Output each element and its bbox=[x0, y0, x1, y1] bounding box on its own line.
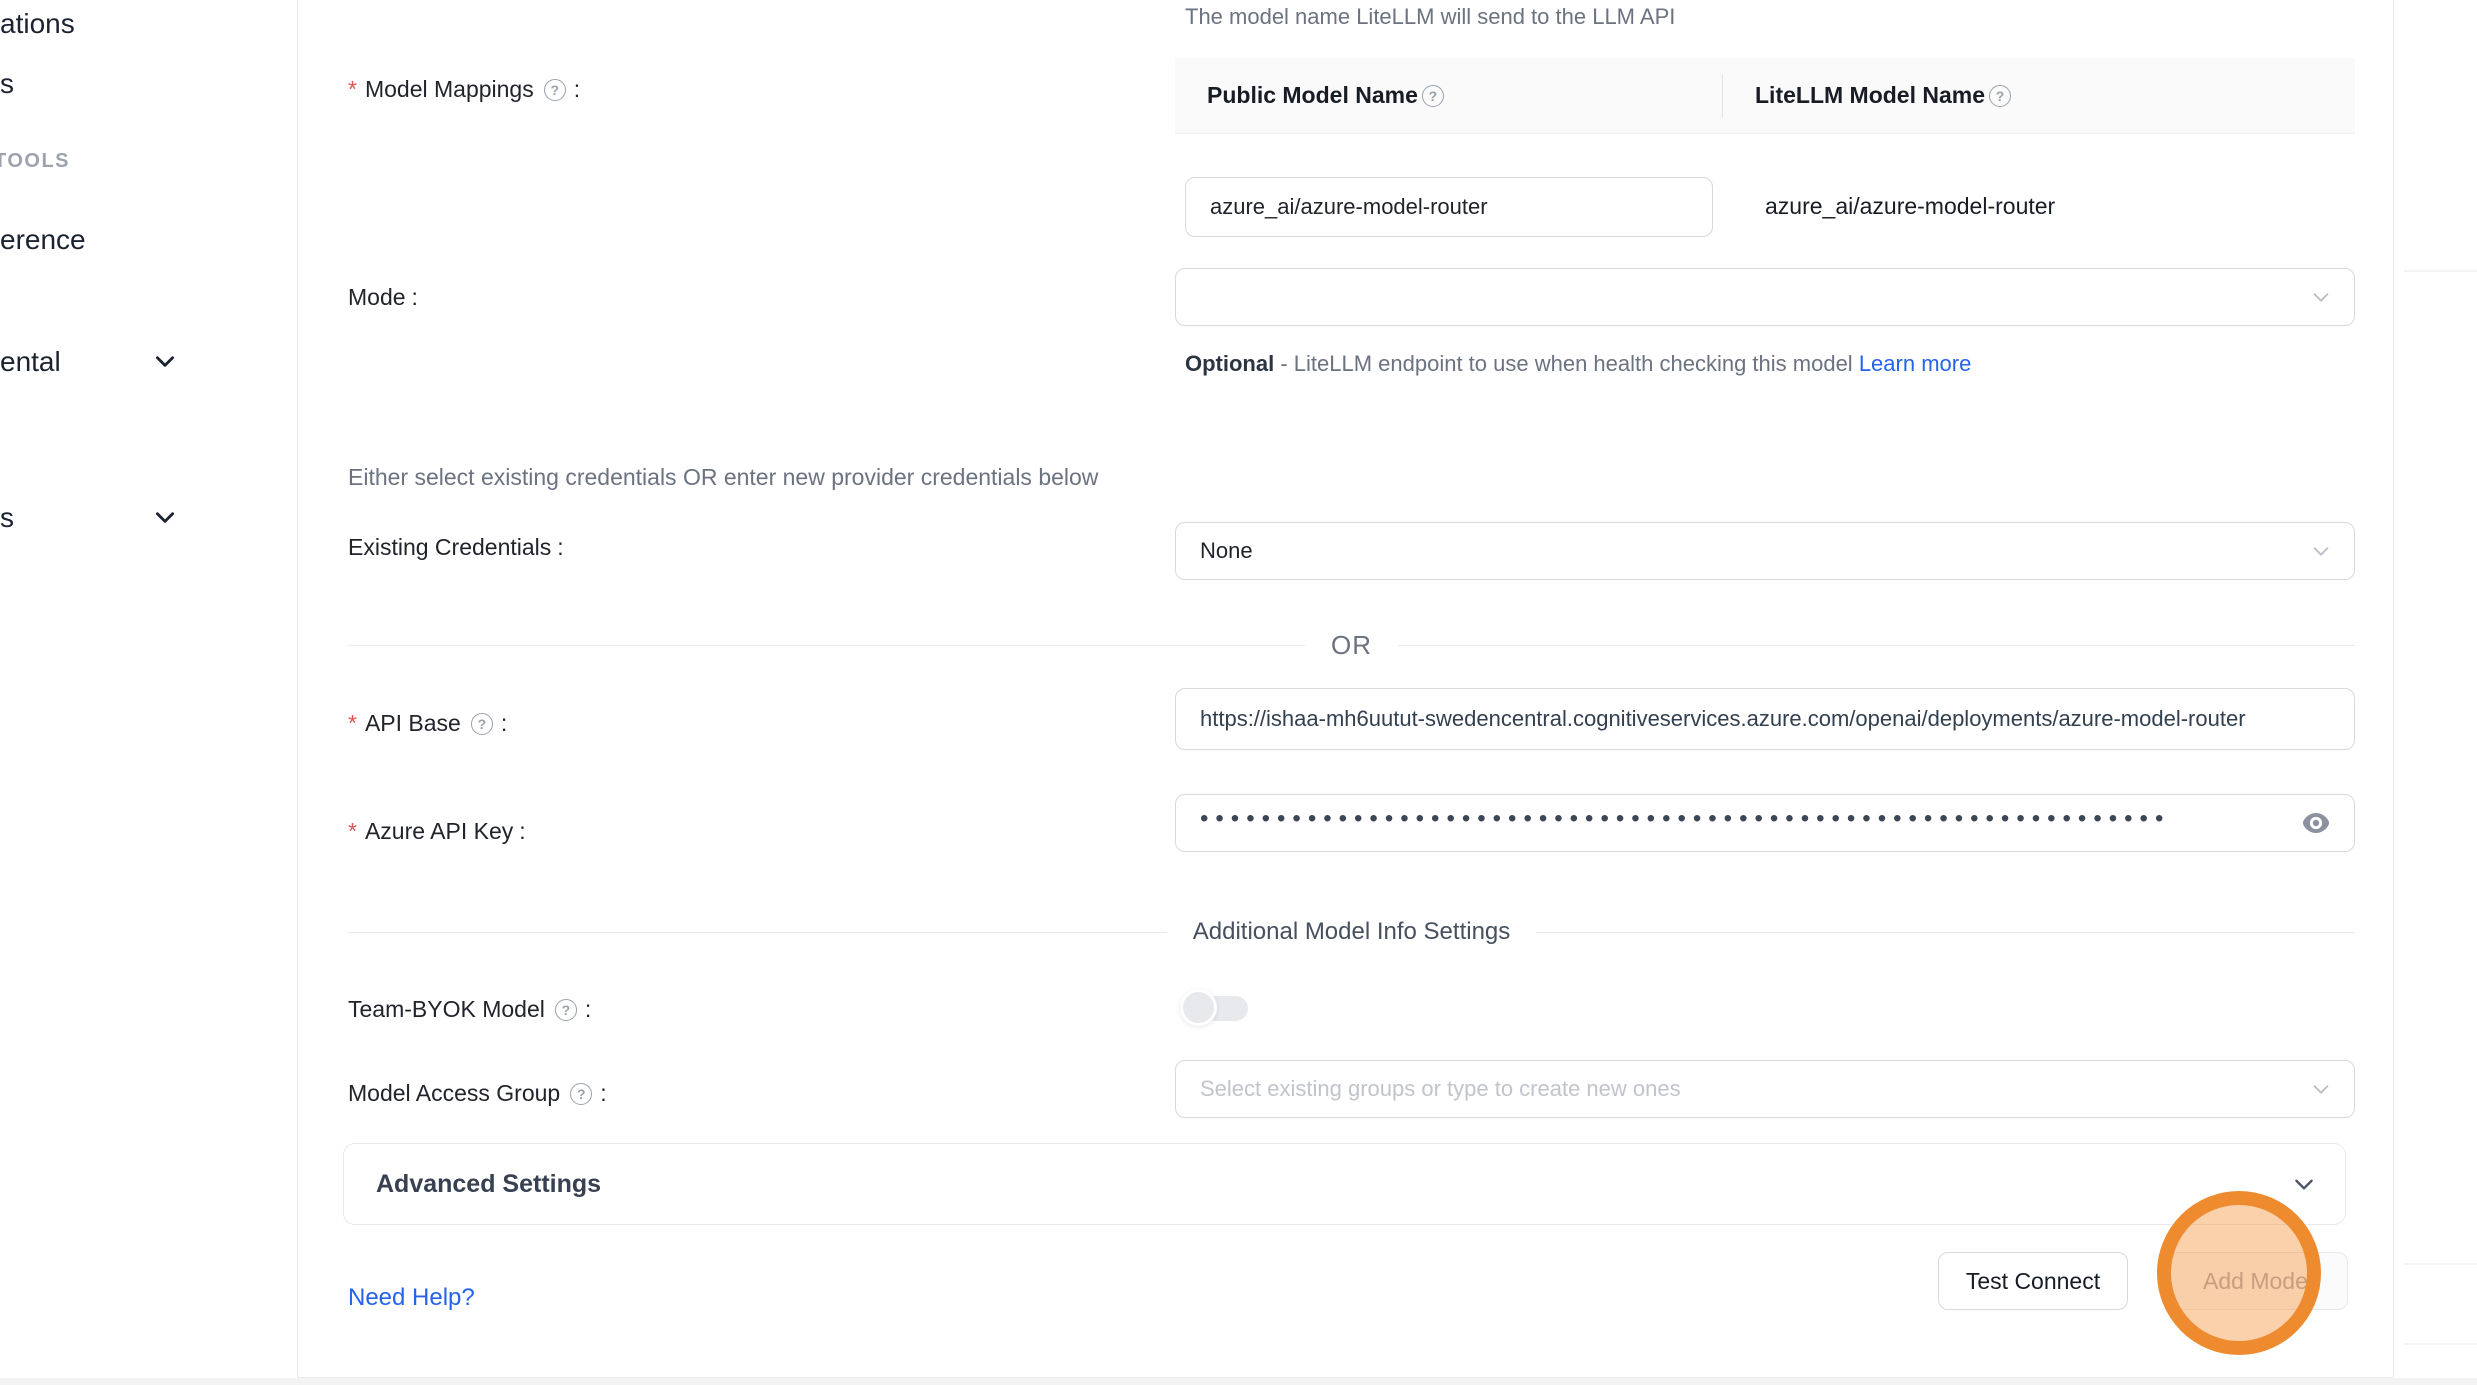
mode-select[interactable] bbox=[1175, 268, 2355, 326]
test-connect-button[interactable]: Test Connect bbox=[1938, 1252, 2128, 1310]
help-circle-icon[interactable]: ? bbox=[555, 999, 577, 1021]
existing-credentials-label: Existing Credentials : bbox=[348, 534, 564, 561]
model-access-group-label-text: Model Access Group bbox=[348, 1080, 560, 1107]
sidebar-section-tools: TOOLS bbox=[0, 150, 70, 173]
chevron-down-icon bbox=[2310, 286, 2332, 308]
required-asterisk: * bbox=[348, 818, 357, 845]
optional-bold: Optional bbox=[1185, 351, 1274, 376]
add-model-button[interactable]: Add Model bbox=[2168, 1252, 2348, 1310]
litellm-model-help-text: The model name LiteLLM will send to the … bbox=[1185, 4, 1675, 30]
masked-api-key: ••••••••••••••••••••••••••••••••••••••••… bbox=[1200, 807, 2170, 831]
advanced-settings-title: Advanced Settings bbox=[376, 1170, 601, 1199]
advanced-settings-panel[interactable]: Advanced Settings bbox=[343, 1143, 2346, 1225]
model-mappings-table-row: azure_ai/azure-model-router azure_ai/azu… bbox=[1175, 134, 2355, 280]
background-row-line bbox=[2404, 1343, 2477, 1345]
background-row-line bbox=[2404, 1263, 2477, 1265]
label-colon: : bbox=[600, 1080, 606, 1107]
additional-settings-divider: Additional Model Info Settings bbox=[348, 918, 2355, 946]
litellm-model-name-value: azure_ai/azure-model-router bbox=[1765, 193, 2055, 220]
chevron-down-icon bbox=[2291, 1171, 2317, 1197]
divider-line bbox=[1398, 645, 2355, 646]
litellm-model-name-header: LiteLLM Model Name ? bbox=[1722, 74, 2355, 118]
sidebar-item-experimental[interactable]: ental bbox=[0, 346, 61, 378]
required-asterisk: * bbox=[348, 710, 357, 737]
sidebar-item-integrations[interactable]: ations bbox=[0, 8, 75, 40]
api-base-label: * API Base ? : bbox=[348, 710, 507, 737]
sidebar-item-settings[interactable]: s bbox=[0, 502, 14, 534]
public-model-name-header-text: Public Model Name bbox=[1207, 82, 1418, 109]
azure-api-key-label: * Azure API Key : bbox=[348, 818, 526, 845]
page-background-strip bbox=[0, 1378, 2477, 1385]
litellm-model-name-header-text: LiteLLM Model Name bbox=[1755, 82, 1985, 109]
mode-help-body: - LiteLLM endpoint to use when health ch… bbox=[1274, 351, 1859, 376]
divider-line bbox=[348, 645, 1305, 646]
chevron-down-icon[interactable] bbox=[152, 348, 178, 374]
label-colon: : bbox=[519, 818, 525, 845]
mode-help-text: Optional - LiteLLM endpoint to use when … bbox=[1185, 344, 2025, 383]
api-base-input[interactable]: https://ishaa-mh6uutut-swedencentral.cog… bbox=[1175, 688, 2355, 750]
team-byok-label: Team-BYOK Model ? : bbox=[348, 996, 591, 1023]
eye-icon[interactable] bbox=[2300, 807, 2332, 839]
public-model-name-value: azure_ai/azure-model-router bbox=[1210, 194, 1488, 220]
model-mappings-table-header: Public Model Name ? LiteLLM Model Name ? bbox=[1175, 58, 2355, 134]
chevron-down-icon bbox=[2310, 540, 2332, 562]
api-base-label-text: API Base bbox=[365, 710, 461, 737]
model-mappings-label: * Model Mappings ? : bbox=[348, 76, 580, 103]
help-circle-icon[interactable]: ? bbox=[1422, 85, 1444, 107]
model-mappings-label-text: Model Mappings bbox=[365, 76, 534, 103]
azure-api-key-label-text: Azure API Key bbox=[365, 818, 513, 845]
help-circle-icon[interactable]: ? bbox=[570, 1083, 592, 1105]
chevron-down-icon bbox=[2310, 1078, 2332, 1100]
credentials-instruction-text: Either select existing credentials OR en… bbox=[348, 464, 1098, 491]
label-colon: : bbox=[574, 76, 580, 103]
help-circle-icon[interactable]: ? bbox=[1989, 85, 2011, 107]
additional-settings-divider-text: Additional Model Info Settings bbox=[1193, 918, 1511, 946]
divider-line bbox=[348, 932, 1167, 933]
model-access-group-select[interactable]: Select existing groups or type to create… bbox=[1175, 1060, 2355, 1118]
existing-credentials-value: None bbox=[1200, 538, 1253, 564]
or-divider-text: OR bbox=[1331, 630, 1372, 661]
required-asterisk: * bbox=[348, 76, 357, 103]
chevron-down-icon[interactable] bbox=[152, 504, 178, 530]
model-access-group-placeholder: Select existing groups or type to create… bbox=[1200, 1076, 1681, 1102]
sidebar-item-models[interactable]: s bbox=[0, 68, 14, 100]
need-help-link[interactable]: Need Help? bbox=[348, 1284, 475, 1312]
help-circle-icon[interactable]: ? bbox=[471, 713, 493, 735]
learn-more-link[interactable]: Learn more bbox=[1859, 351, 1972, 376]
existing-credentials-label-text: Existing Credentials bbox=[348, 534, 551, 561]
label-colon: : bbox=[412, 284, 418, 311]
mode-label: Mode : bbox=[348, 284, 418, 311]
label-colon: : bbox=[501, 710, 507, 737]
mode-label-text: Mode bbox=[348, 284, 406, 311]
label-colon: : bbox=[585, 996, 591, 1023]
sidebar: ations s TOOLS erence ental s bbox=[0, 0, 298, 1385]
sidebar-item-reference[interactable]: erence bbox=[0, 224, 86, 256]
team-byok-toggle[interactable] bbox=[1180, 988, 1250, 1028]
model-mappings-table: Public Model Name ? LiteLLM Model Name ?… bbox=[1175, 58, 2355, 280]
existing-credentials-select[interactable]: None bbox=[1175, 522, 2355, 580]
team-byok-label-text: Team-BYOK Model bbox=[348, 996, 545, 1023]
public-model-name-header: Public Model Name ? bbox=[1175, 82, 1722, 109]
label-colon: : bbox=[557, 534, 563, 561]
or-divider: OR bbox=[348, 630, 2355, 661]
help-circle-icon[interactable]: ? bbox=[544, 79, 566, 101]
divider-line bbox=[1536, 932, 2355, 933]
background-row-line bbox=[2404, 270, 2477, 272]
api-base-value: https://ishaa-mh6uutut-swedencentral.cog… bbox=[1200, 706, 2246, 732]
azure-api-key-input[interactable]: ••••••••••••••••••••••••••••••••••••••••… bbox=[1175, 794, 2355, 852]
public-model-name-input[interactable]: azure_ai/azure-model-router bbox=[1185, 177, 1713, 237]
toggle-knob bbox=[1180, 989, 1217, 1026]
modal-right-edge bbox=[2393, 0, 2394, 1377]
model-access-group-label: Model Access Group ? : bbox=[348, 1080, 607, 1107]
